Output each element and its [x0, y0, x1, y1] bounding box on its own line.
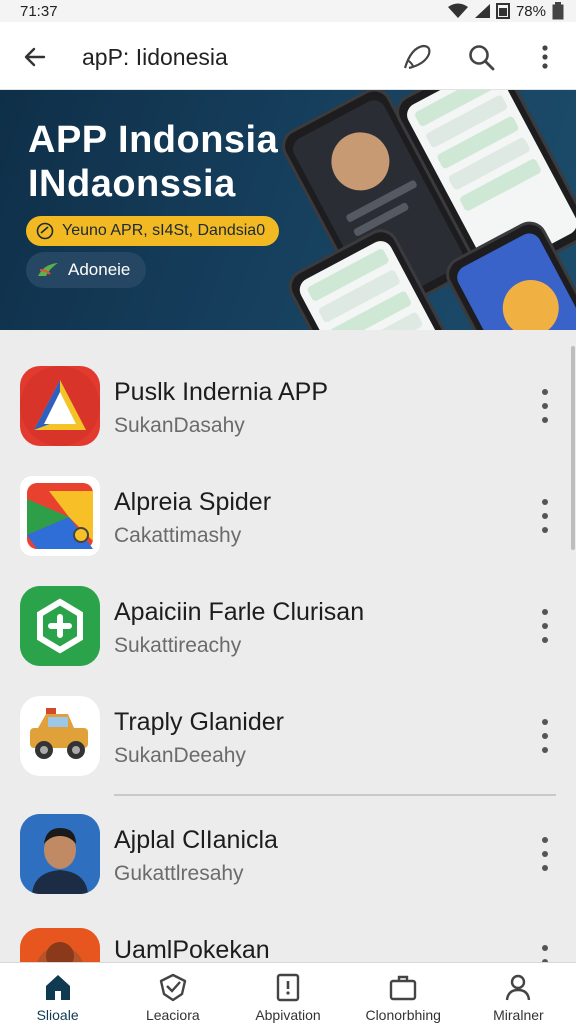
banner-tagline: Yeuno APR, sI4St, Dandsia0: [62, 222, 266, 239]
banner-title-line-1: APP Indonsia: [28, 119, 279, 161]
top-actions: [400, 40, 562, 74]
nav-item-home[interactable]: Slioale: [0, 963, 115, 1024]
app-icon-3: [20, 586, 100, 666]
app-name: UamlPokekan: [114, 936, 270, 962]
item-more-button[interactable]: [534, 386, 556, 426]
app-name: Alpreia Spider: [114, 488, 272, 516]
app-name: Ajplal ClIanicla: [114, 826, 278, 854]
item-more-button[interactable]: [534, 716, 556, 756]
nav-item-clonorbhing[interactable]: Clonorbhing: [346, 963, 461, 1024]
signal-icon: [474, 4, 490, 18]
person-portrait-icon: [20, 814, 100, 894]
app-name: Traply Glanider: [114, 708, 284, 736]
app-icon-6: [20, 928, 100, 962]
nav-label: Clonorbhing: [365, 1007, 441, 1023]
user-icon: [502, 971, 534, 1003]
character-face-icon: [20, 928, 100, 962]
top-app-bar: apP: Iidonesia: [0, 22, 576, 90]
home-icon: [42, 971, 74, 1003]
list-item[interactable]: Alpreia Spider Cakattimashy: [0, 466, 576, 566]
app-developer: Cakattimashy: [114, 524, 242, 547]
banner-title-line-2: INdaonssia: [28, 163, 236, 205]
app-developer: Gukattlresahy: [114, 862, 244, 885]
triangle-logo-icon: [20, 366, 100, 446]
list-item[interactable]: Traply Glanider SukanDeeahy: [0, 686, 576, 786]
person-avatar-image: [321, 122, 400, 201]
nav-label: Miralner: [493, 1007, 544, 1023]
app-name: Apaiciin Farle Clurisan: [114, 598, 365, 626]
arrow-left-icon: [24, 47, 46, 67]
nav-label: Abpivation: [255, 1007, 321, 1023]
status-time: 71:37: [20, 2, 58, 20]
link-icon: [36, 222, 54, 240]
list-divider: [114, 794, 556, 796]
battery-percent: 78%: [515, 2, 546, 20]
app-icon-2: [20, 476, 100, 556]
nav-item-abpivation[interactable]: Abpivation: [230, 963, 345, 1024]
cast-icon: [403, 44, 431, 70]
drive-logo-icon: [27, 483, 93, 549]
list-item[interactable]: Ajplal ClIanicla Gukattlresahy: [0, 804, 576, 904]
item-more-button[interactable]: [534, 942, 556, 962]
app-icon-5: [20, 814, 100, 894]
banner-action-label: Adoneie: [68, 260, 131, 279]
battery-small-icon: [495, 3, 510, 19]
banner-title: APP Indonsia INdaonssia: [28, 118, 278, 206]
nav-label: Leaciora: [145, 1007, 200, 1023]
status-bar: 71:37 78%: [0, 0, 576, 22]
briefcase-icon: [387, 971, 419, 1003]
app-developer: SukanDasahy: [114, 414, 245, 437]
item-more-button[interactable]: [534, 496, 556, 536]
banner-action-button[interactable]: Adoneie: [26, 252, 147, 288]
nav-item-miralner[interactable]: Miralner: [461, 963, 576, 1024]
promo-banner[interactable]: APP Indonsia INdaonssia Yeuno APR, sI4St…: [0, 90, 576, 330]
page-title: apP: Iidonesia: [82, 44, 228, 70]
battery-icon: [552, 2, 564, 20]
item-more-button[interactable]: [534, 834, 556, 874]
search-button[interactable]: [464, 40, 498, 74]
bottom-navigation: Slioale Leaciora Abpivation Clonorbhing …: [0, 962, 576, 1024]
list-item[interactable]: UamlPokekan: [0, 918, 576, 962]
banner-tagline-pill: Yeuno APR, sI4St, Dandsia0: [26, 216, 280, 246]
app-icon-1: [20, 366, 100, 446]
cast-button[interactable]: [400, 40, 434, 74]
back-button[interactable]: [20, 42, 50, 72]
wifi-icon: [447, 3, 468, 18]
app-name: Puslk Indernia APP: [114, 378, 329, 406]
list-item[interactable]: Puslk Indernia APP SukanDasahy: [0, 356, 576, 456]
document-alert-icon: [272, 971, 304, 1003]
nav-item-leaciora[interactable]: Leaciora: [115, 963, 230, 1024]
search-icon: [469, 45, 495, 71]
app-developer: SukanDeeahy: [114, 744, 246, 767]
list-item[interactable]: Apaiciin Farle Clurisan Sukattireachy: [0, 576, 576, 676]
more-vert-icon: [542, 45, 548, 69]
shield-check-icon: [157, 971, 189, 1003]
app-developer: Sukattireachy: [114, 634, 242, 657]
hexagon-plus-icon: [20, 586, 100, 666]
app-icon-4: [20, 696, 100, 776]
tow-truck-icon: [30, 708, 88, 759]
overflow-menu-button[interactable]: [528, 40, 562, 74]
item-more-button[interactable]: [534, 606, 556, 646]
nav-label: Slioale: [36, 1007, 79, 1023]
leaf-logo-icon: [38, 263, 58, 276]
status-icons: 78%: [447, 2, 564, 20]
